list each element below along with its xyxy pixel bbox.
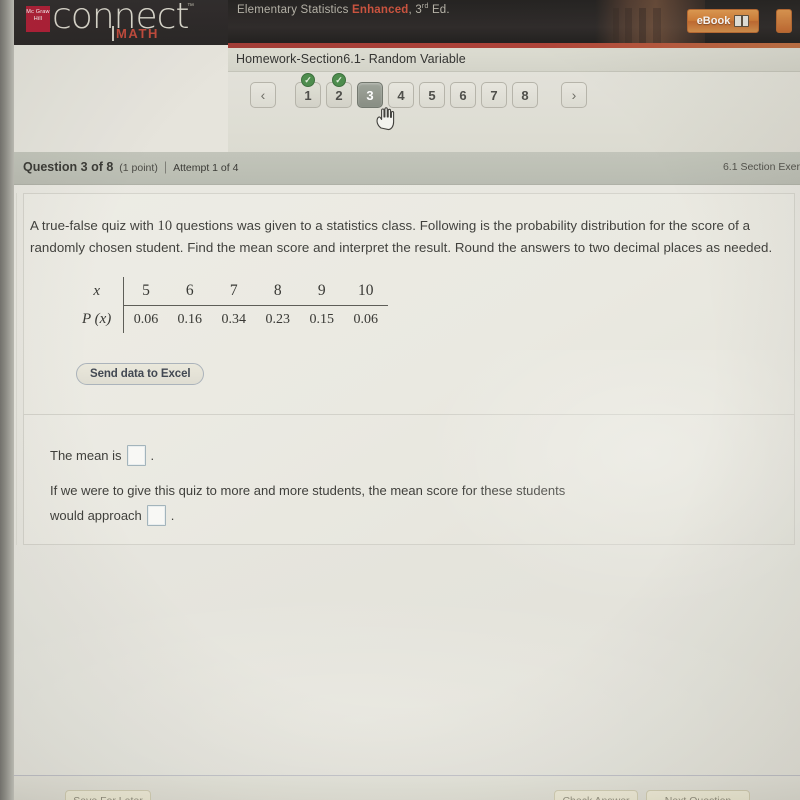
mean-prompt-label: The mean is [50,447,122,463]
question-nav-item-5[interactable]: 5 [419,82,445,108]
question-nav-item-3[interactable]: 3 [357,82,383,108]
next-question-footer-button[interactable]: Next Question [646,790,750,800]
approach-period: . [170,507,175,523]
header-divider: | [163,160,168,174]
x-value-cell: 5 [142,282,150,299]
mcgraw-hill-mark: Mc Graw Hill [26,6,50,32]
distribution-table: x 5 6 7 8 9 10 P (x) 0.06 0.16 0.34 0.23… [76,277,388,333]
table-row-x: x 5 6 7 8 9 10 [76,277,388,306]
connect-math-logo[interactable]: Mc Graw Hill connect ™ MATH Hosted by AL… [0,0,228,45]
math-subbrand: MATH [116,26,159,41]
book-icon [734,15,750,27]
check-answer-button[interactable]: Check Answer [554,790,638,800]
course-suffix: , 3 [408,3,422,16]
screenshot-photo: Mc Graw Hill connect ™ MATH Hosted by AL… [0,0,800,800]
question-nav-item-6[interactable]: 6 [450,82,476,108]
p-value-cell: 0.34 [221,311,247,327]
interpretation-prompt-line1: If we were to give this quiz to more and… [50,483,566,498]
prev-question-button[interactable]: ‹ [250,82,276,108]
course-highlight: Enhanced [351,3,409,16]
question-nav-label-4: 4 [397,87,405,103]
question-nav-label-2: 2 [335,87,343,103]
question-text-part1: A true-false quiz with [30,218,158,233]
course-edition-rest: Ed. [428,3,450,16]
next-question-button[interactable]: › [561,82,587,108]
attempt-counter: Attempt 1 of 4 [173,162,239,174]
p-value-cell: 0.06 [133,311,159,327]
approach-answer-input[interactable] [146,505,166,526]
p-value-cell: 0.23 [265,311,291,327]
question-header-band: Question 3 of 8 (1 point) | Attempt 1 of… [14,152,800,185]
page-body: Question 3 of 8 (1 point) | Attempt 1 of… [14,152,800,800]
question-header-left: Question 3 of 8 (1 point) | Attempt 1 of… [23,160,238,174]
course-title: Elementary Statistics Enhanced, 3rd Ed. [237,3,450,16]
p-value-cell: 0.15 [309,311,335,327]
question-text-number: 10 [157,218,173,234]
question-nav-label-7: 7 [490,87,498,103]
question-nav-item-7[interactable]: 7 [481,82,507,108]
course-prefix: Elementary Statistics [237,3,352,16]
question-nav-label-1: 1 [304,87,312,103]
p-value-cell: 0.06 [353,311,379,327]
row-label-px: P (x) [76,306,125,333]
footer-bar: Save For Later Check Answer Next Questio… [14,776,800,800]
ebook-button[interactable]: eBook [687,9,759,33]
completed-check-icon: ✓ [332,73,346,87]
question-nav-item-8[interactable]: 8 [512,82,538,108]
ebook-adjacent-button[interactable] [776,9,792,33]
x-value-cell: 8 [273,282,282,299]
question-points: (1 point) [119,162,158,174]
interpretation-prompt-line2: would approach . [50,505,174,526]
answer-line-mean: The mean is . [50,445,154,466]
assignment-title-bar: Homework-Section6.1- Random Variable [228,48,800,72]
x-value-cell: 6 [185,282,194,299]
question-nav-item-2[interactable]: ✓ 2 [326,73,352,108]
question-nav-item-1[interactable]: ✓ 1 [295,73,321,108]
table-row-px: P (x) 0.06 0.16 0.34 0.23 0.15 0.06 [76,306,388,333]
completed-check-icon: ✓ [301,73,315,87]
question-nav-item-4[interactable]: 4 [388,82,414,108]
section-label: 6.1 Section Exer [722,161,800,173]
send-data-to-excel-button[interactable]: Send data to Excel [76,363,205,385]
question-nav-label-8: 8 [521,87,529,103]
trademark-symbol: ™ [187,3,194,10]
logo-divider [112,26,114,41]
question-nav-label-6: 6 [459,87,467,103]
content-rail [16,193,17,545]
x-value-cell: 10 [358,282,374,299]
hand-pointer-cursor-icon [376,107,395,131]
probability-distribution-table: x 5 6 7 8 9 10 P (x) 0.06 0.16 0.34 0.23… [76,277,388,333]
approach-prompt-label: would approach [50,507,142,523]
mean-period: . [150,447,155,463]
p-value-cell: 0.16 [177,311,203,327]
question-text: A true-false quiz with 10 questions was … [30,215,782,258]
x-value-cell: 7 [229,282,238,299]
answer-card: The mean is . If we were to give this qu… [23,414,795,545]
assignment-title: Homework-Section6.1- Random Variable [236,52,466,66]
brand-bar: Mc Graw Hill connect ™ MATH Hosted by AL… [0,0,800,45]
save-for-later-button[interactable]: Save For Later [65,790,151,800]
question-nav-label-3: 3 [366,87,374,103]
question-navigation-strip: ‹ ✓ 1 ✓ 2 3 4 5 6 7 8 › [228,72,800,152]
row-label-x: x [76,277,125,306]
question-position: Question 3 of 8 [23,160,114,174]
mean-answer-input[interactable] [126,445,146,466]
question-nav-label-5: 5 [428,87,436,103]
question-navigation-buttons: ‹ ✓ 1 ✓ 2 3 4 5 6 7 8 › [250,73,587,108]
photo-left-edge [0,0,14,800]
course-edition-sup: rd [421,3,429,10]
x-value-cell: 9 [317,282,326,299]
ebook-label: eBook [696,15,731,27]
